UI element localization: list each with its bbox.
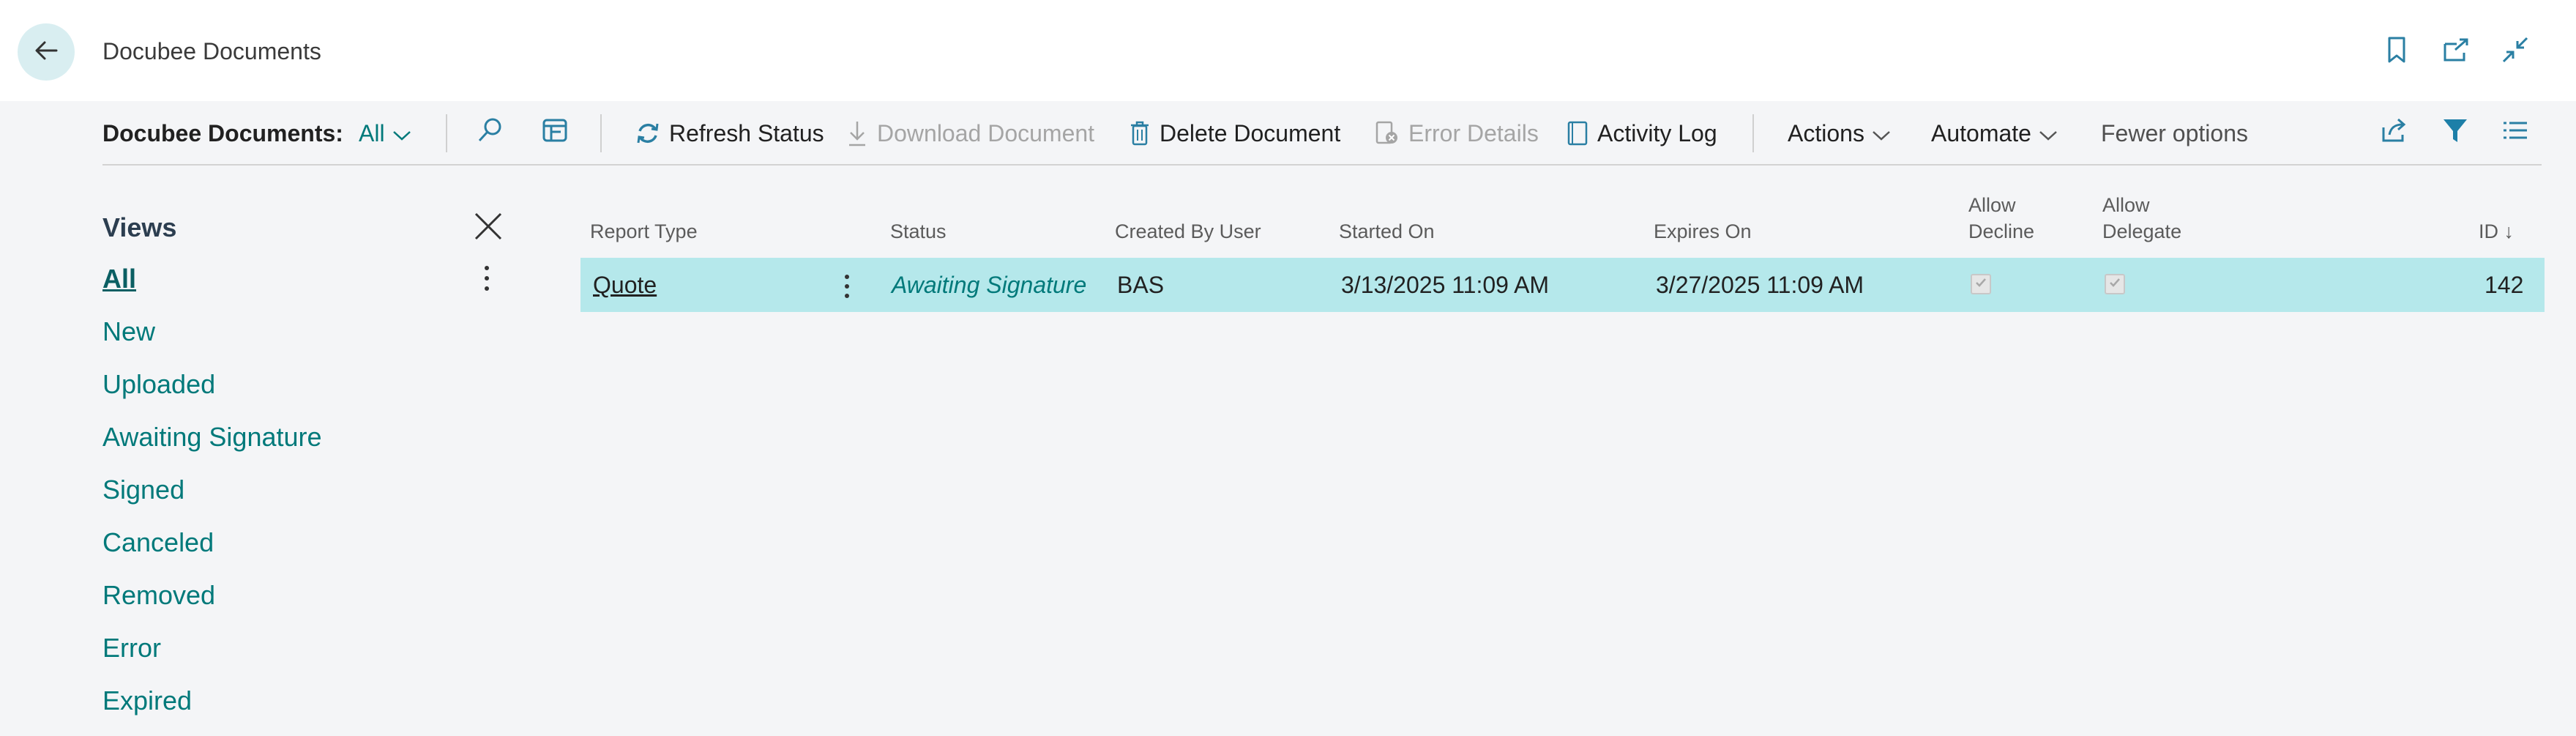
cell-report-type[interactable]: Quote	[593, 258, 657, 312]
views-more-options-button[interactable]	[476, 262, 498, 294]
automate-label: Automate	[1931, 119, 2031, 146]
share-button[interactable]	[2379, 101, 2408, 166]
download-document-button[interactable]: Download Document	[846, 101, 1094, 166]
view-item-error[interactable]: Error	[102, 633, 161, 663]
column-header-id[interactable]: ID ↓	[2479, 218, 2514, 245]
bookmark-button[interactable]	[2381, 35, 2413, 67]
view-item-signed[interactable]: Signed	[102, 475, 184, 505]
row-more-options-button[interactable]	[836, 271, 858, 302]
action-bar: Docubee Documents: All Refresh Status Do…	[0, 101, 2576, 166]
fewer-options-label: Fewer options	[2101, 119, 2248, 146]
error-details-label: Error Details	[1408, 119, 1539, 146]
view-item-all[interactable]: All	[102, 264, 136, 294]
share-icon	[2379, 116, 2408, 151]
filter-icon	[2441, 116, 2470, 151]
column-header-created-by-user[interactable]: Created By User	[1115, 218, 1261, 245]
close-views-button[interactable]	[470, 208, 507, 245]
sort-descending-icon: ↓	[2504, 220, 2515, 242]
refresh-icon	[635, 121, 660, 146]
delete-document-button[interactable]: Delete Document	[1129, 101, 1340, 166]
cell-started-on: 3/13/2025 11:09 AM	[1341, 271, 1550, 298]
list-label: Docubee Documents:	[102, 119, 343, 146]
automate-menu[interactable]: Automate	[1931, 101, 2058, 166]
arrow-left-icon	[31, 36, 61, 69]
view-item-expired[interactable]: Expired	[102, 685, 192, 716]
fewer-options-button[interactable]: Fewer options	[2101, 101, 2248, 166]
cell-id: 142	[2484, 271, 2524, 298]
column-header-report-type[interactable]: Report Type	[590, 218, 698, 245]
error-details-icon	[1375, 120, 1400, 146]
log-icon	[1567, 120, 1588, 146]
download-document-label: Download Document	[877, 119, 1095, 146]
open-in-new-window-icon	[2441, 35, 2470, 68]
refresh-status-button[interactable]: Refresh Status	[635, 101, 824, 166]
cell-expires-on: 3/27/2025 11:09 AM	[1656, 271, 1864, 298]
collapse-button[interactable]	[2499, 35, 2531, 67]
check-icon	[1974, 275, 1988, 294]
cell-created-by-user: BAS	[1117, 271, 1165, 298]
view-item-uploaded[interactable]: Uploaded	[102, 369, 215, 400]
refresh-status-label: Refresh Status	[669, 119, 824, 146]
delete-document-label: Delete Document	[1160, 119, 1341, 146]
download-icon	[846, 120, 868, 146]
column-header-started-on[interactable]: Started On	[1339, 218, 1435, 245]
view-selector[interactable]: All	[359, 101, 411, 166]
search-button[interactable]	[476, 101, 505, 166]
more-vertical-icon	[836, 275, 858, 305]
trash-icon	[1129, 120, 1151, 146]
toolbar-divider	[1752, 114, 1754, 152]
page-title: Docubee Documents	[102, 38, 321, 64]
allow-decline-checkbox[interactable]	[1971, 274, 1991, 294]
action-bar-divider	[102, 164, 2542, 166]
allow-delegate-checkbox[interactable]	[2105, 274, 2125, 294]
column-header-allow-delegate[interactable]: Allow Delegate	[2102, 192, 2181, 245]
view-item-new[interactable]: New	[102, 316, 155, 347]
check-icon	[2108, 275, 2122, 294]
toolbar-divider	[600, 114, 602, 152]
column-header-id-label: ID	[2479, 220, 2498, 242]
activity-log-button[interactable]: Activity Log	[1567, 101, 1717, 166]
chevron-down-icon	[392, 120, 411, 147]
error-details-button[interactable]: Error Details	[1375, 101, 1539, 166]
column-header-allow-decline[interactable]: Allow Decline	[1968, 192, 2034, 245]
table-row[interactable]	[580, 258, 2545, 312]
filter-button[interactable]	[2441, 101, 2470, 166]
back-button[interactable]	[18, 23, 75, 81]
column-header-allow-decline-line2: Decline	[1968, 220, 2035, 242]
activity-log-label: Activity Log	[1597, 119, 1717, 146]
collapse-icon	[2501, 35, 2530, 68]
actions-menu[interactable]: Actions	[1788, 101, 1891, 166]
close-icon	[470, 212, 507, 248]
column-header-allow-delegate-line2: Delegate	[2102, 220, 2182, 242]
open-new-window-button[interactable]	[2439, 35, 2471, 67]
cell-status: Awaiting Signature	[892, 271, 1087, 298]
list-view-icon	[2501, 116, 2530, 151]
chevron-down-icon	[2039, 120, 2058, 147]
column-header-allow-decline-line1: Allow	[1968, 194, 2016, 216]
search-icon	[476, 116, 505, 151]
analysis-mode-button[interactable]	[540, 101, 570, 166]
view-item-canceled[interactable]: Canceled	[102, 527, 214, 558]
analysis-mode-icon	[540, 116, 570, 151]
toolbar-divider	[446, 114, 447, 152]
column-header-status[interactable]: Status	[890, 218, 947, 245]
bookmark-icon	[2383, 35, 2410, 68]
column-header-expires-on[interactable]: Expires On	[1654, 218, 1752, 245]
column-header-allow-delegate-line1: Allow	[2102, 194, 2150, 216]
view-item-awaiting-signature[interactable]: Awaiting Signature	[102, 422, 322, 453]
view-item-removed[interactable]: Removed	[102, 580, 215, 611]
list-view-button[interactable]	[2501, 101, 2530, 166]
actions-label: Actions	[1788, 119, 1864, 146]
chevron-down-icon	[1872, 120, 1891, 147]
page-header	[0, 0, 2576, 101]
more-vertical-icon	[476, 266, 498, 297]
view-selector-label: All	[359, 119, 385, 146]
views-title: Views	[102, 212, 177, 242]
